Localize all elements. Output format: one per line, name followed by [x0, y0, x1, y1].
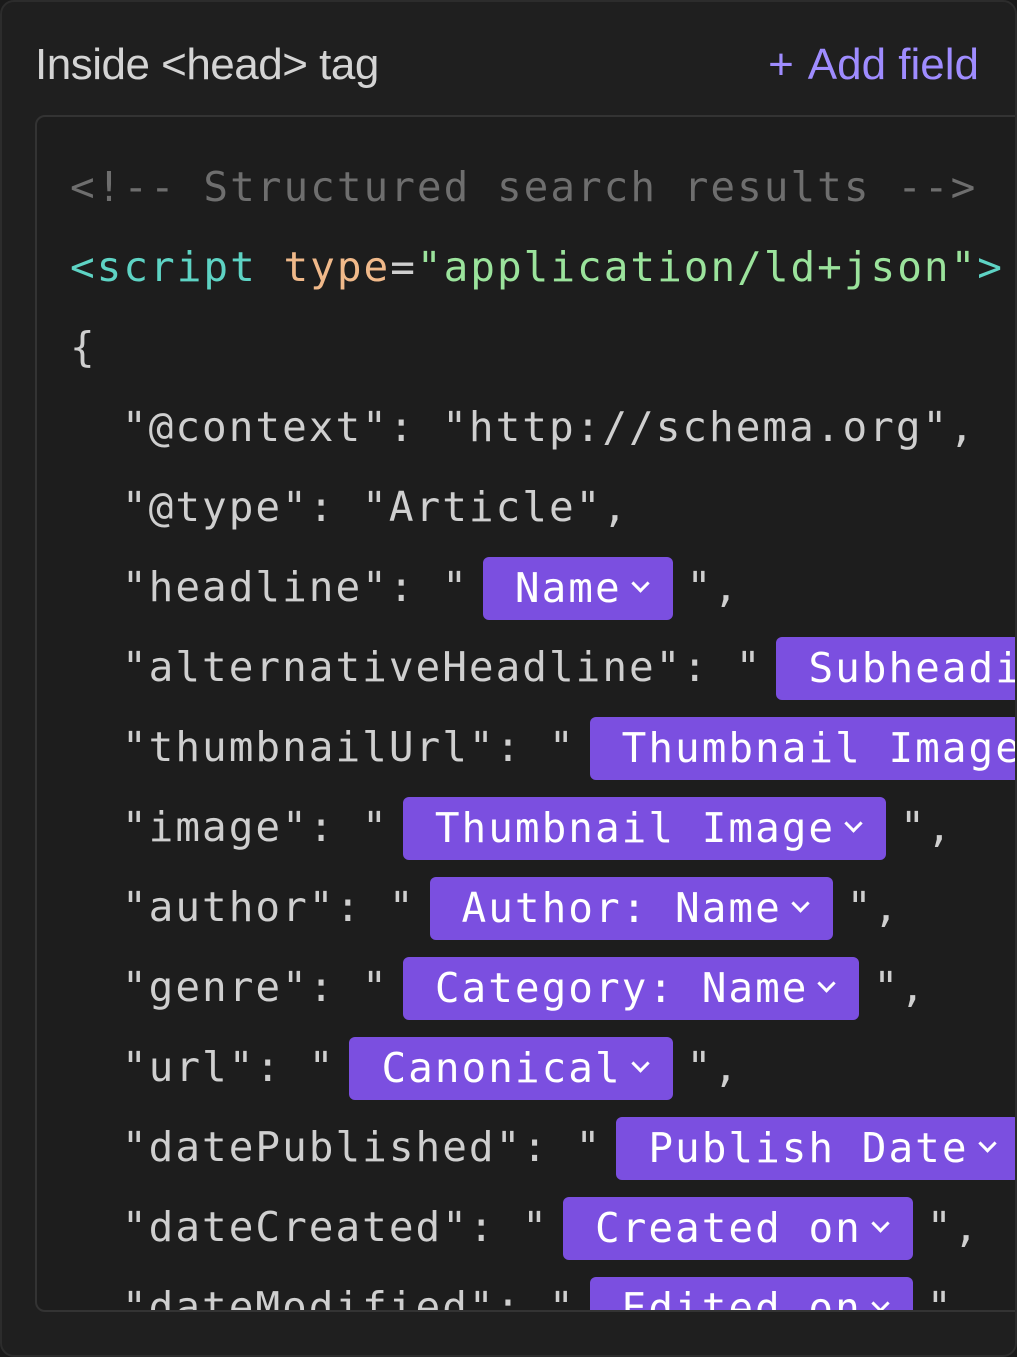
json-separator: : " — [308, 963, 389, 1011]
script-tag-close: > — [977, 243, 1004, 291]
field-chip-label: Thumbnail Image — [434, 803, 836, 852]
json-field-line: "alternativeHeadline": "Subheading", — [70, 627, 1015, 707]
field-chip-label: Name — [514, 563, 622, 612]
json-field-line: "@context": "http://schema.org", — [70, 387, 1015, 467]
json-separator: : " — [255, 1043, 336, 1091]
html-comment: <!-- Structured search results --> — [70, 163, 978, 211]
json-field-line: "datePublished": "Publish Date", — [70, 1107, 1015, 1187]
chevron-down-icon — [977, 1133, 997, 1153]
json-separator: : " — [468, 1203, 549, 1251]
json-key: "headline" — [122, 563, 389, 611]
json-separator: : " — [308, 803, 389, 851]
json-separator: : " — [522, 1123, 603, 1171]
field-chip[interactable]: Author: Name — [429, 876, 833, 940]
json-separator: : " — [335, 883, 416, 931]
field-chip-label: Edited on — [621, 1283, 862, 1312]
add-field-label: Add field — [807, 40, 979, 89]
json-separator: : " — [682, 643, 763, 691]
type-value: "application/ld+json" — [416, 243, 978, 291]
json-tail: ", — [873, 963, 927, 1011]
json-fields: "@context": "http://schema.org", "@type":… — [70, 387, 1017, 1312]
json-tail: ", — [686, 1043, 741, 1091]
code-line-brace: { — [70, 307, 1015, 387]
chevron-down-icon — [630, 1053, 650, 1073]
json-field-line: "author": " Author: Name ", — [70, 867, 1015, 947]
json-tail: ", — [926, 1283, 981, 1312]
field-chip[interactable]: Publish Date — [616, 1116, 1015, 1180]
json-field-line: "image": " Thumbnail Image ", — [70, 787, 1015, 867]
code-block: <!-- Structured search results --> <scri… — [70, 147, 1017, 1312]
json-key: "url" — [122, 1043, 256, 1091]
field-chip-label: Thumbnail Image — [621, 723, 1017, 772]
json-key: "thumbnailUrl" — [122, 723, 496, 771]
chevron-down-icon — [630, 573, 650, 593]
field-chip-label: Subheading — [808, 643, 1015, 692]
json-separator: : " — [495, 1283, 576, 1312]
equals-sign: = — [390, 243, 417, 291]
code-editor[interactable]: <!-- Structured search results --> <scri… — [35, 115, 1017, 1312]
field-chip[interactable]: Category: Name — [402, 956, 860, 1020]
json-field-line: "dateModified": " Edited on ", — [70, 1267, 1015, 1312]
json-field-line: "thumbnailUrl": "Thumbnail Image", — [70, 707, 1017, 787]
add-field-button[interactable]: + Add field — [768, 40, 979, 90]
field-chip-label: Canonical — [381, 1043, 622, 1092]
head-tag-panel: Inside <head> tag + Add field <!-- Struct… — [0, 0, 1017, 1357]
json-key: "@type" — [122, 483, 309, 531]
json-key: "dateModified" — [122, 1283, 496, 1312]
field-chip-label: Created on — [594, 1203, 862, 1252]
json-field-line: "genre": " Category: Name ", — [70, 947, 1015, 1027]
chevron-down-icon — [871, 1293, 890, 1310]
field-chip[interactable]: Subheading — [776, 636, 1015, 700]
field-chip[interactable]: Edited on — [589, 1276, 913, 1312]
json-key: "alternativeHeadline" — [122, 643, 683, 691]
field-chip[interactable]: Name — [482, 556, 673, 620]
json-tail: ", — [926, 1203, 981, 1251]
section-title: Inside <head> tag — [35, 40, 379, 89]
json-key: "@context" — [122, 403, 389, 451]
json-tail: ", — [846, 883, 901, 931]
field-chip[interactable]: Thumbnail Image — [402, 796, 887, 860]
json-separator: : — [308, 483, 363, 531]
json-field-line: "dateCreated": " Created on ", — [70, 1187, 1015, 1267]
chevron-down-icon — [844, 813, 863, 833]
field-chip[interactable]: Canonical — [349, 1036, 673, 1100]
chevron-down-icon — [791, 893, 810, 913]
field-chip[interactable]: Created on — [562, 1196, 913, 1260]
field-chip-label: Author: Name — [461, 883, 782, 932]
json-field-line: "url": " Canonical ", — [70, 1027, 1015, 1107]
json-value: "http://schema.org", — [442, 403, 976, 451]
json-separator: : — [388, 403, 443, 451]
json-value: "Article", — [362, 483, 630, 531]
plus-icon: + — [768, 40, 794, 89]
code-line-comment: <!-- Structured search results --> — [70, 147, 1015, 227]
json-tail: ", — [686, 563, 741, 611]
script-open-tag: <script — [70, 243, 257, 291]
field-chip-label: Category: Name — [434, 963, 809, 1012]
code-line-script-tag: <script type="application/ld+json"> — [70, 227, 1015, 307]
json-key: "datePublished" — [122, 1123, 523, 1171]
chevron-down-icon — [871, 1213, 890, 1233]
json-key: "author" — [122, 883, 336, 931]
json-key: "genre" — [122, 963, 309, 1011]
json-key: "dateCreated" — [122, 1203, 469, 1251]
type-attribute: type — [283, 243, 391, 291]
json-field-line: "headline": " Name ", — [70, 547, 1015, 627]
json-field-line: "@type": "Article", — [70, 467, 1015, 547]
field-chip-label: Publish Date — [648, 1123, 969, 1172]
open-brace: { — [70, 323, 97, 371]
field-chip[interactable]: Thumbnail Image — [589, 716, 1017, 780]
chevron-down-icon — [817, 973, 837, 993]
json-key: "image" — [122, 803, 309, 851]
json-tail: ", — [900, 803, 954, 851]
json-separator: : " — [495, 723, 576, 771]
json-separator: : " — [388, 563, 469, 611]
